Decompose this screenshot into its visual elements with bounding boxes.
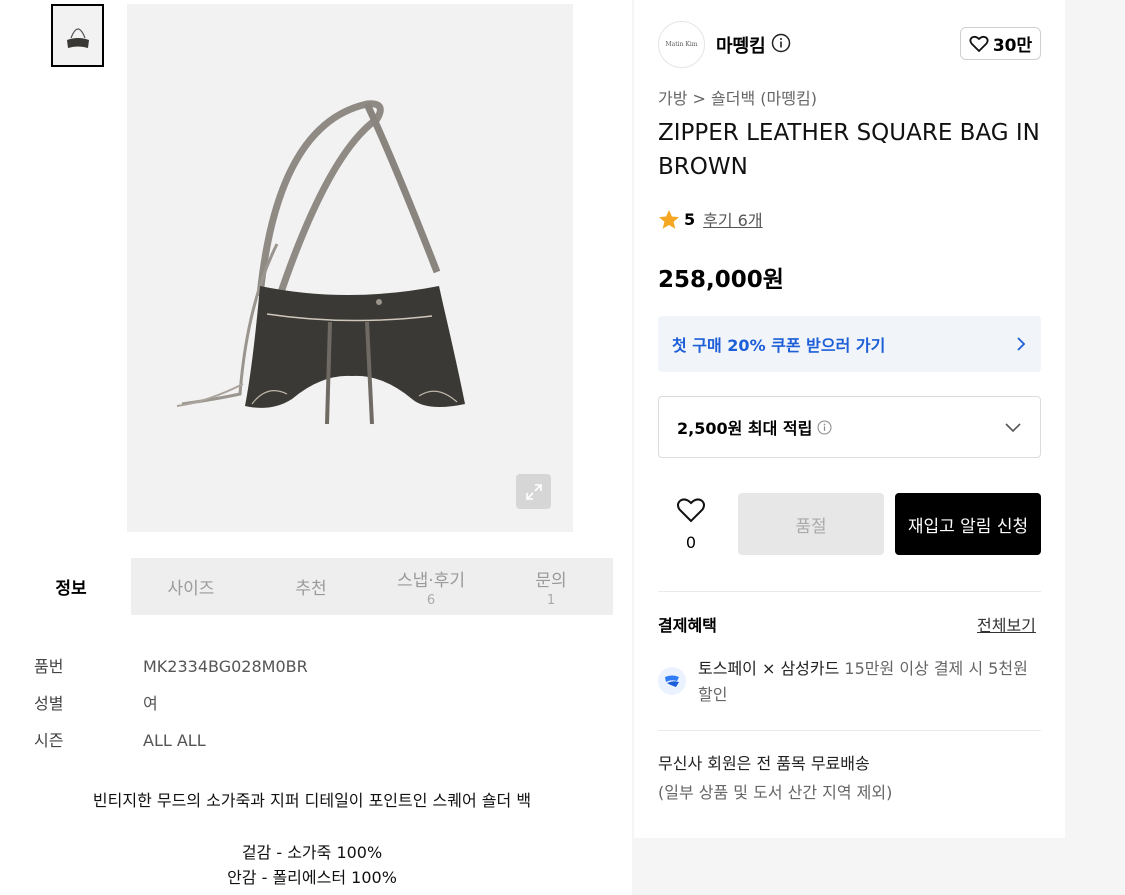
divider [658,730,1041,731]
rating-score: 5 [684,209,696,229]
tosspay-icon [658,667,686,695]
product-tabs: 정보 사이즈 추천 스냅·후기 6 문의 1 [11,558,613,615]
restock-alert-button[interactable]: 재입고 알림 신청 [895,493,1041,555]
heart-icon [969,35,989,52]
tab-count: 6 [426,592,436,608]
product-info-panel: 품번 MK2334BG028M0BR 성별 여 시즌 ALL ALL 빈티지한 무드의… [11,615,613,895]
info-key: 성별 [34,694,64,713]
info-row-gender: 성별 여 [34,690,158,714]
shoulder-bag-image [176,100,465,425]
chevron-down-icon [1005,423,1021,433]
star-icon [659,209,679,229]
review-link[interactable]: 후기 6개 [703,207,762,231]
product-gallery-column: 정보 사이즈 추천 스냅·후기 6 문의 1 품번 MK2334BG028M0BR… [0,0,632,895]
expand-icon [525,483,542,500]
info-row-product-code: 품번 MK2334BG028M0BR [34,653,308,677]
tab-label: 스냅·후기 [397,570,465,591]
tab-size[interactable]: 사이즈 [131,558,251,615]
info-icon[interactable] [817,420,832,435]
product-main-image[interactable] [127,4,573,532]
coupon-text: 첫 구매 20% 쿠폰 받으러 가기 [672,336,886,355]
breadcrumb: 가방 > 숄더백 (마뗑킴) [658,85,817,109]
wishlist-button[interactable]: 0 [670,497,712,552]
shipping-note: (일부 상품 및 도서 산간 지역 제외) [658,783,893,802]
brand-like-button[interactable]: 30만 [960,27,1041,60]
info-value: 여 [143,694,158,713]
tab-info[interactable]: 정보 [11,558,131,615]
info-value: ALL ALL [143,731,206,750]
bag-thumbnail-icon [66,27,89,48]
card-benefit: 토스페이 × 삼성카드 15만원 이상 결제 시 5천원 할인 [698,656,1038,708]
info-icon[interactable] [771,33,791,53]
tab-label: 문의 [535,570,567,591]
expand-button[interactable] [516,474,551,509]
heart-icon [677,498,705,523]
product-price: 258,000원 [658,267,784,293]
points-text: 2,500원 최대 적립 [677,419,813,438]
rating: 5 후기 6개 [658,207,763,231]
brand-logo[interactable]: Matin Kim [658,21,705,68]
tab-label: 사이즈 [167,579,215,599]
breadcrumb-separator: > [692,89,706,108]
divider [658,591,1041,592]
product-title: ZIPPER LEATHER SQUARE BAG IN BROWN [658,120,1040,180]
tab-label: 정보 [55,579,87,599]
see-all-link[interactable]: 전체보기 [977,612,1036,636]
info-key: 시즌 [34,731,64,750]
tab-label: 추천 [295,579,327,599]
material-inner: 안감 - 폴리에스터 100% [227,868,397,887]
material-outer: 겉감 - 소가죽 100% [241,843,383,862]
coupon-banner[interactable]: 첫 구매 20% 쿠폰 받으러 가기 [658,316,1041,372]
product-description: 빈티지한 무드의 소가죽과 지퍼 디테일이 포인트인 스퀘어 숄더 백 [92,791,532,810]
brand-name[interactable]: 마뗑킴 [716,32,766,58]
like-count: 30만 [992,36,1033,56]
tab-recommend[interactable]: 추천 [251,558,371,615]
shipping-info: 무신사 회원은 전 품목 무료배송 [658,754,870,773]
benefit-title: 결제혜택 [658,616,717,635]
points-dropdown[interactable]: 2,500원 최대 적립 [658,396,1041,458]
chevron-right-icon [1017,337,1026,351]
info-key: 품번 [34,657,64,676]
soldout-button[interactable]: 품절 [738,493,884,555]
points-label: 2,500원 최대 적립 [677,415,832,439]
product-detail-column: Matin Kim 마뗑킴 30만 가방 > 숄더백 (마뗑킴) ZIPPER … [634,0,1065,838]
breadcrumb-item[interactable]: 숄더백 (마뗑킴) [711,89,817,108]
info-value: MK2334BG028M0BR [143,657,308,676]
info-row-season: 시즌 ALL ALL [34,727,206,751]
thumbnail-image[interactable] [51,4,104,67]
tab-count: 1 [546,592,556,608]
card-name: 토스페이 × 삼성카드 [698,659,840,678]
tab-inquiry[interactable]: 문의 1 [491,558,611,615]
breadcrumb-item[interactable]: 가방 [658,89,687,108]
tab-snap-review[interactable]: 스냅·후기 6 [371,558,491,615]
wishlist-count: 0 [685,533,697,552]
